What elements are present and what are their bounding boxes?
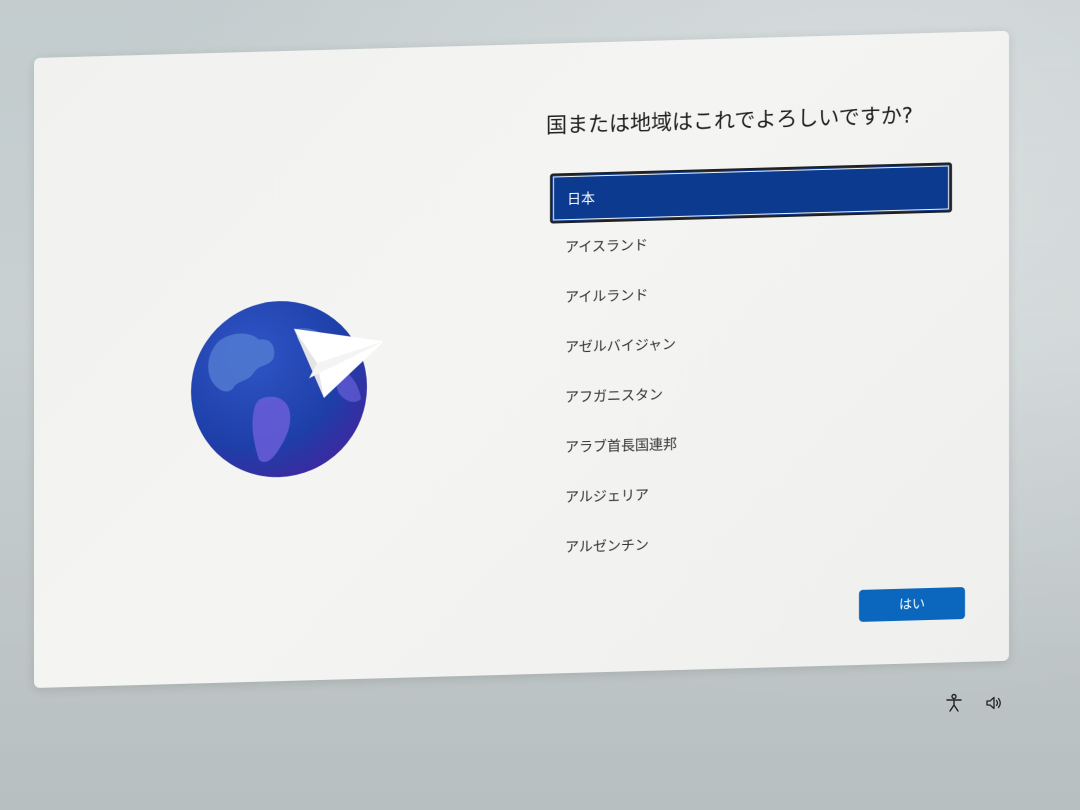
page-title: 国または地域はこれでよろしいですか? — [546, 103, 913, 138]
yes-button[interactable]: はい — [859, 586, 965, 622]
volume-icon — [986, 696, 1001, 710]
setup-dialog: 国または地域はこれでよろしいですか? 日本 アイスランド アイルランド アゼルバ… — [34, 30, 1009, 688]
globe-with-paper-plane-icon — [191, 301, 384, 478]
volume-button[interactable] — [984, 693, 1004, 715]
accessibility-icon — [946, 693, 962, 712]
globe-illustration — [189, 286, 389, 492]
accessibility-button[interactable] — [944, 693, 964, 715]
region-item[interactable]: アルゼンチン — [550, 512, 952, 573]
region-list[interactable]: 日本 アイスランド アイルランド アゼルバイジャン アフガニスタン アラブ首長国… — [550, 162, 952, 573]
